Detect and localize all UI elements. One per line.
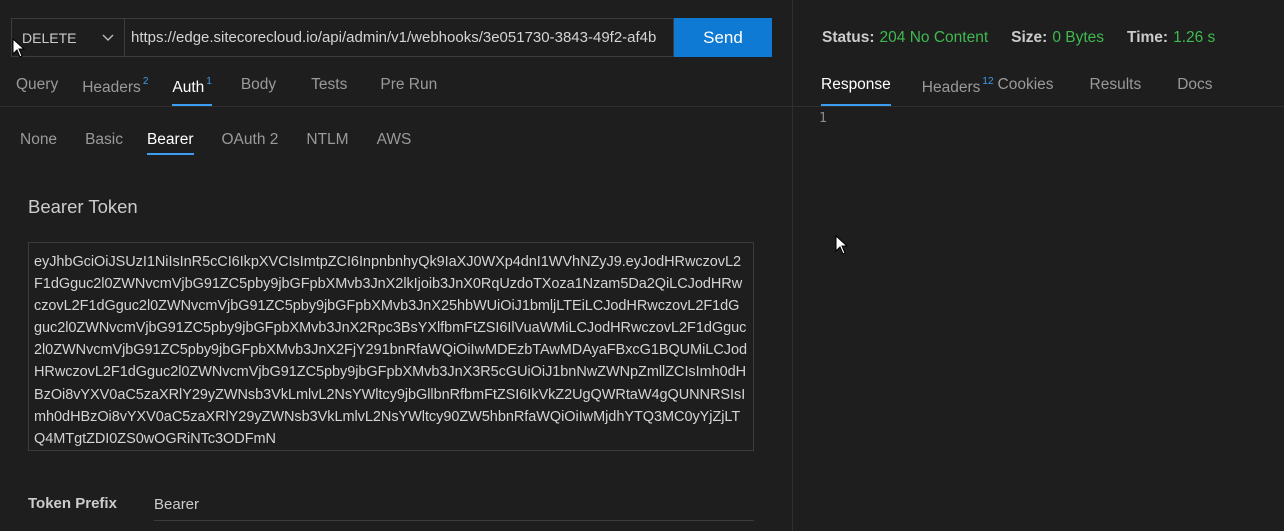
auth-tab-ntlm[interactable]: NTLM — [306, 131, 348, 155]
bearer-token-input[interactable]: eyJhbGciOiJSUzI1NiIsInR5cCI6IkpXVCIsImtp… — [28, 242, 754, 451]
response-status-row: Status: 204 No Content Size: 0 Bytes Tim… — [822, 29, 1238, 47]
tab-cookies[interactable]: Cookies — [998, 76, 1054, 106]
bearer-token-value: eyJhbGciOiJSUzI1NiIsInR5cCI6IkpXVCIsImtp… — [34, 254, 747, 447]
request-pane: DELETE https://edge.sitecorecloud.io/api… — [0, 0, 792, 531]
tab-docs[interactable]: Docs — [1177, 76, 1212, 106]
auth-tab-bearer[interactable]: Bearer — [146, 131, 194, 155]
headers-count-badge: 2 — [142, 76, 149, 87]
status-label: Status: — [822, 29, 875, 46]
bearer-token-title: Bearer Token — [28, 196, 138, 217]
auth-type-tabs: None Basic Bearer OAuth 2 NTLM AWS — [20, 131, 439, 155]
time-label: Time: — [1127, 29, 1169, 46]
tab-headers[interactable]: Headers 2 — [82, 76, 148, 106]
auth-tab-none[interactable]: None — [20, 131, 57, 155]
tab-body[interactable]: Body — [241, 76, 276, 106]
method-value: DELETE — [22, 29, 77, 46]
auth-tab-aws[interactable]: AWS — [377, 131, 412, 155]
time-value: 1.26 s — [1173, 29, 1216, 46]
tab-query[interactable]: Query — [16, 76, 58, 106]
response-line-number: 1 — [819, 111, 827, 126]
tab-response-headers[interactable]: Headers 12 — [922, 76, 994, 106]
url-input[interactable]: https://edge.sitecorecloud.io/api/admin/… — [125, 18, 674, 57]
chevron-down-icon — [102, 34, 114, 41]
response-tabs-divider — [793, 106, 1284, 107]
tab-pre-run[interactable]: Pre Run — [380, 76, 437, 106]
request-tabs: Query Headers 2 Auth 1 Body Tests Pre Run — [16, 76, 437, 106]
auth-count-badge: 1 — [206, 76, 212, 87]
mouse-pointer-icon — [835, 235, 849, 255]
mouse-pointer-icon — [12, 38, 26, 58]
response-pane: Status: 204 No Content Size: 0 Bytes Tim… — [793, 0, 1284, 531]
size-value: 0 Bytes — [1052, 29, 1105, 46]
tab-auth[interactable]: Auth 1 — [172, 76, 213, 106]
auth-tab-oauth2[interactable]: OAuth 2 — [222, 131, 279, 155]
tab-response[interactable]: Response — [821, 76, 891, 106]
token-prefix-label: Token Prefix — [28, 495, 117, 512]
method-select[interactable]: DELETE — [11, 18, 125, 57]
send-button[interactable]: Send — [674, 18, 772, 57]
token-prefix-input[interactable]: Bearer — [154, 490, 754, 521]
auth-tab-basic[interactable]: Basic — [85, 131, 123, 155]
token-prefix-value: Bearer — [154, 496, 200, 513]
response-headers-count-badge: 12 — [982, 76, 994, 87]
url-value: https://edge.sitecorecloud.io/api/admin/… — [131, 29, 657, 46]
tab-tests[interactable]: Tests — [311, 76, 347, 106]
status-value: 204 No Content — [879, 29, 989, 46]
response-tabs: Response Headers 12 Cookies Results Docs — [821, 76, 1213, 106]
tab-results[interactable]: Results — [1090, 76, 1142, 106]
size-label: Size: — [1011, 29, 1048, 46]
tabs-divider — [0, 106, 792, 107]
